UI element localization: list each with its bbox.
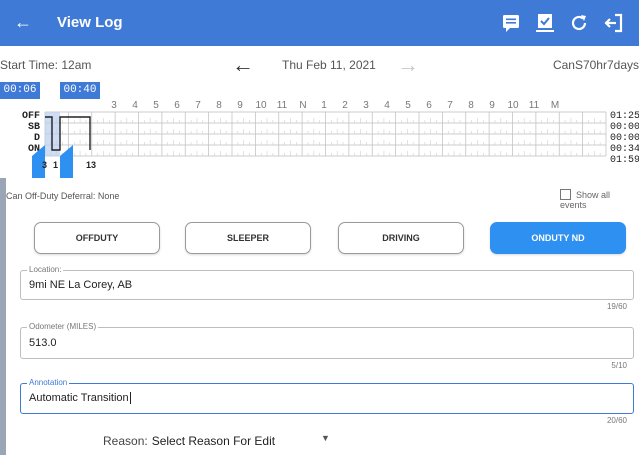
event-marker: 3 [42, 160, 48, 170]
sleeper-button[interactable]: SLEEPER [185, 222, 311, 254]
total-all: 01:59 [610, 155, 639, 166]
driving-button[interactable]: DRIVING [338, 222, 464, 254]
onduty-nd-button[interactable]: ONDUTY ND [490, 222, 626, 254]
location-label: Location: [27, 265, 64, 274]
annotation-counter: 20/60 [606, 416, 627, 425]
next-day-arrow-icon[interactable]: → [397, 52, 419, 78]
annotation-label: Annotation [27, 378, 70, 387]
offduty-button[interactable]: OFFDUTY [34, 222, 160, 254]
total-on: 00:34 [610, 144, 639, 155]
annotation-value: Automatic Transition [29, 392, 131, 404]
reason-value: Select Reason For Edit [151, 434, 276, 448]
page-title: View Log [57, 14, 123, 31]
total-off: 01:25 [610, 111, 639, 122]
logout-icon[interactable] [603, 12, 625, 34]
previous-day-arrow-icon[interactable]: ← [232, 52, 254, 78]
location-counter: 19/60 [606, 302, 627, 311]
odometer-value: 513.0 [29, 337, 57, 349]
reason-select[interactable]: Reason: Select Reason For Edit ▼ [103, 433, 330, 448]
odometer-field[interactable]: Odometer (MILES) 513.0 [20, 322, 634, 359]
app-bar: ← View Log [0, 0, 639, 46]
reason-label: Reason: [103, 434, 148, 448]
location-value: 9mi NE La Corey, AB [29, 279, 133, 291]
certify-icon[interactable] [534, 12, 556, 34]
panel-edge [0, 178, 6, 455]
show-all-events-checkbox[interactable]: Show all events [560, 189, 639, 210]
annotation-field[interactable]: Annotation Automatic Transition [20, 378, 634, 414]
cycle-rule: CanS70hr7days [552, 58, 639, 72]
start-time: Start Time: 12am [0, 58, 92, 72]
dropdown-caret-icon: ▼ [321, 433, 330, 443]
refresh-icon[interactable] [568, 12, 590, 34]
event-marker: 1 [53, 160, 59, 170]
checkbox-icon[interactable] [560, 189, 571, 200]
odometer-counter: 5/10 [611, 361, 627, 370]
message-icon[interactable] [500, 12, 522, 34]
location-field[interactable]: Location: 9mi NE La Corey, AB [20, 265, 634, 300]
date-bar: Start Time: 12am ← Thu Feb 11, 2021 → Ca… [0, 46, 639, 82]
log-graph: 00:06 00:40 3 4 5 6 7 8 9 10 11 N 1 2 3 … [0, 82, 639, 178]
log-date: Thu Feb 11, 2021 [282, 58, 376, 72]
total-sb: 00:00 [610, 122, 639, 133]
text-cursor [129, 392, 131, 404]
odometer-label: Odometer (MILES) [27, 322, 99, 331]
event-marker: 13 [86, 160, 97, 170]
off-duty-deferral: Can Off-Duty Deferral: None [6, 191, 120, 201]
total-d: 00:00 [610, 133, 639, 144]
back-arrow-icon[interactable]: ← [14, 11, 32, 33]
annotation-text: Automatic Transition [29, 392, 129, 404]
